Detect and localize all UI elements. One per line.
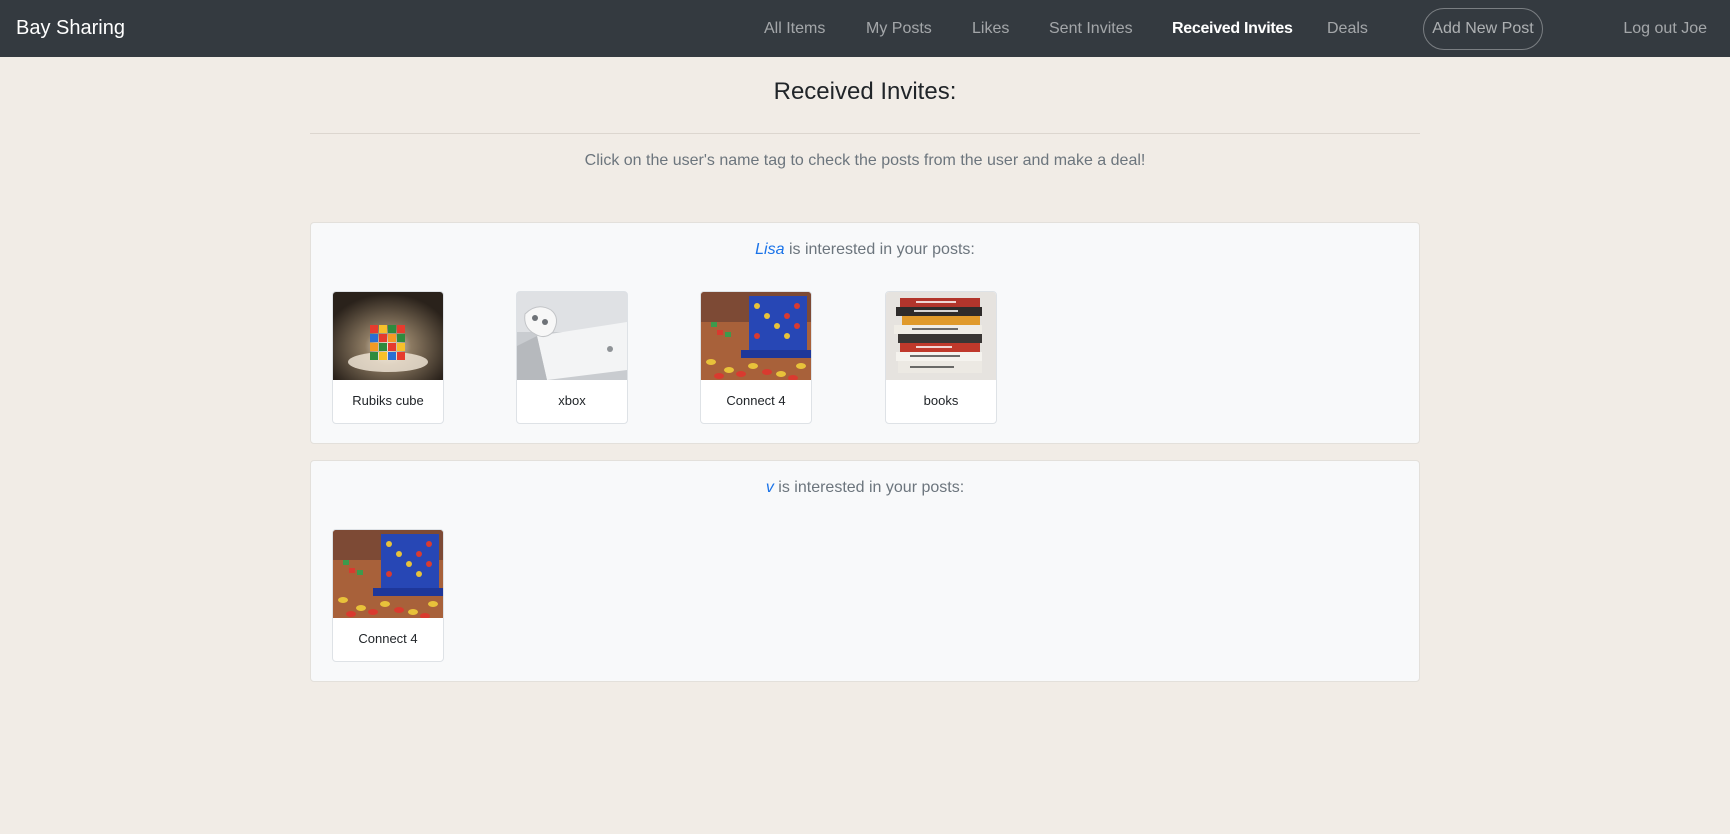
post-title: Connect 4 [726, 393, 786, 408]
connect-4-image [333, 530, 443, 618]
invite-card-v: v is interested in your posts: Connect 4 [310, 460, 1420, 682]
nav-all-items[interactable]: All Items [764, 0, 825, 57]
invite-heading-text: is interested in your posts: [784, 241, 975, 258]
user-name-tag[interactable]: v [766, 479, 774, 496]
books-image [886, 292, 996, 380]
nav-received-invites[interactable]: Received Invites [1172, 0, 1293, 57]
user-name-tag[interactable]: Lisa [755, 241, 784, 258]
xbox-image [517, 292, 627, 380]
divider [310, 133, 1420, 134]
post-title: Connect 4 [358, 631, 418, 646]
navbar: Bay Sharing All Items My Posts Likes Sen… [0, 0, 1730, 57]
add-new-post-button[interactable]: Add New Post [1423, 8, 1543, 50]
page-title: Received Invites: [773, 78, 957, 105]
logout-link[interactable]: Log out Joe [1623, 0, 1707, 57]
post-card-connect-4[interactable]: Connect 4 [332, 529, 444, 662]
nav-my-posts[interactable]: My Posts [866, 0, 932, 57]
rubiks-cube-image [333, 292, 443, 380]
post-card-connect-4[interactable]: Connect 4 [700, 291, 812, 424]
nav-likes[interactable]: Likes [972, 0, 1009, 57]
post-title: Rubiks cube [352, 393, 424, 408]
brand-logo[interactable]: Bay Sharing [16, 0, 125, 57]
post-title: xbox [558, 393, 586, 408]
post-title: books [923, 393, 959, 408]
nav-deals[interactable]: Deals [1327, 0, 1368, 57]
post-card-rubiks-cube[interactable]: Rubiks cube [332, 291, 444, 424]
post-card-books[interactable]: books [885, 291, 997, 424]
invite-heading: Lisa is interested in your posts: [311, 241, 1419, 259]
invite-heading: v is interested in your posts: [311, 479, 1419, 497]
post-card-xbox[interactable]: xbox [516, 291, 628, 424]
invite-card-lisa: Lisa is interested in your posts: Rubiks… [310, 222, 1420, 444]
connect-4-image [701, 292, 811, 380]
nav-sent-invites[interactable]: Sent Invites [1049, 0, 1133, 57]
invite-heading-text: is interested in your posts: [773, 479, 965, 496]
page-subtitle: Click on the user's name tag to check th… [584, 152, 1146, 169]
